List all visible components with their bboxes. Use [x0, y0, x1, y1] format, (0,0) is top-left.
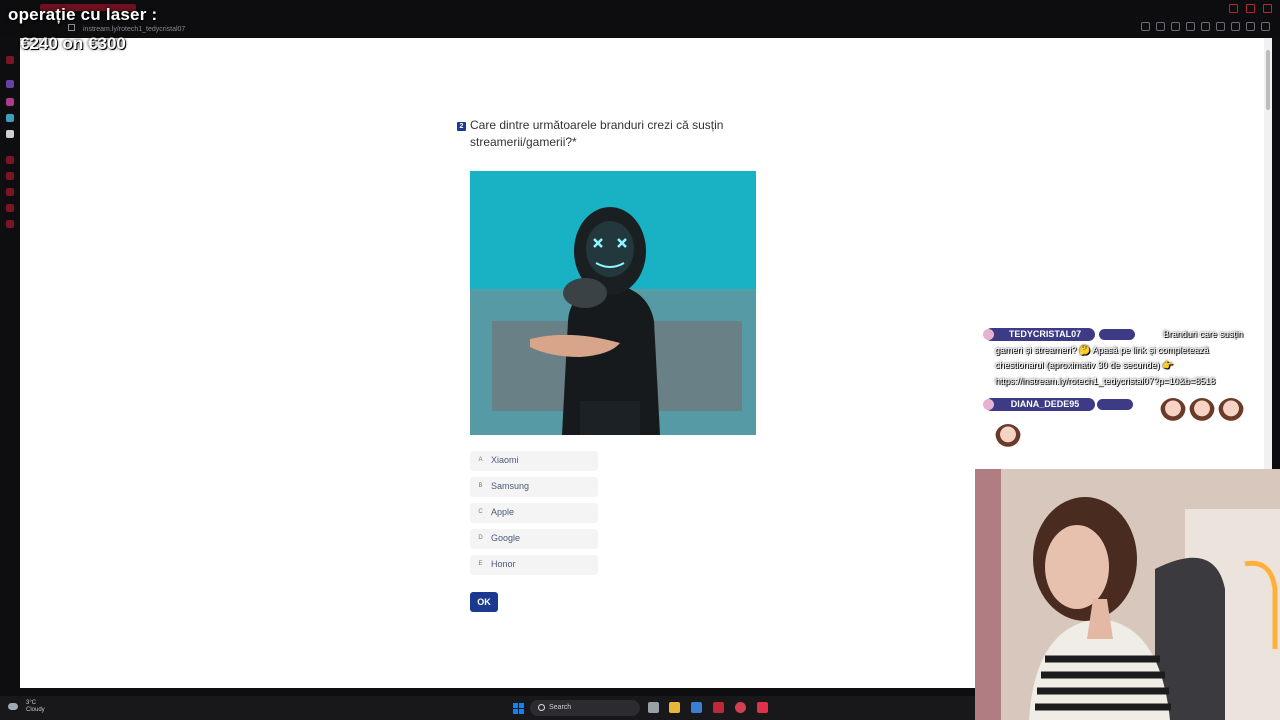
weather-widget[interactable]: 3°C Cloudy: [14, 700, 45, 714]
heart-icon[interactable]: [1201, 22, 1210, 31]
lock-icon: [68, 24, 75, 31]
windows-taskbar: [0, 696, 975, 720]
chat-badges: [1097, 399, 1133, 410]
search-label: Search: [549, 704, 572, 711]
masked-gamer-photo: [470, 171, 756, 435]
option-label: Xiaomi: [491, 455, 519, 465]
sidebar-app-icon[interactable]: [6, 56, 14, 64]
webcam-video: [975, 469, 1280, 720]
stream-overlay-title: operație cu laser :: [8, 5, 158, 24]
option-honor[interactable]: E Honor: [470, 555, 598, 575]
option-key: B: [478, 483, 483, 489]
tab-icon[interactable]: [1156, 22, 1165, 31]
instagram-icon[interactable]: [6, 98, 14, 106]
sidebar-app-icon[interactable]: [6, 156, 14, 164]
download-icon[interactable]: [1231, 22, 1240, 31]
tiktok-icon[interactable]: [6, 114, 14, 122]
streamer-webcam: [975, 469, 1280, 720]
emote-icon: [1189, 398, 1215, 424]
taskbar-search[interactable]: Search: [530, 700, 640, 716]
chat-message-text: Branduri care susțin gameri și streameri…: [995, 329, 1244, 386]
question-number-badge: 2: [457, 122, 466, 131]
file-explorer-icon[interactable]: [669, 702, 680, 713]
weather-temp: 3°C: [26, 700, 37, 706]
option-key: C: [478, 509, 483, 515]
chat-username: DIANA_DEDE95: [983, 398, 1095, 411]
minimize-icon[interactable]: [1229, 4, 1238, 13]
profile-icon[interactable]: [1246, 22, 1255, 31]
heart-icon[interactable]: [6, 172, 14, 180]
option-label: Honor: [491, 559, 516, 569]
option-key: A: [478, 457, 483, 463]
option-label: Samsung: [491, 481, 530, 491]
option-label: Google: [491, 533, 521, 543]
search-icon: [538, 704, 545, 711]
window-controls: [1229, 4, 1272, 13]
browser-icon[interactable]: [713, 702, 724, 713]
question-image: [470, 171, 756, 435]
sidebar-app-icon[interactable]: [6, 204, 14, 212]
sidebar-app-icon[interactable]: [6, 188, 14, 196]
address-bar[interactable]: instream.ly/rotech1_tedycristal07: [68, 24, 185, 33]
settings-icon[interactable]: [6, 220, 14, 228]
url-text: instream.ly/rotech1_tedycristal07: [83, 26, 186, 33]
option-key: D: [478, 535, 483, 541]
scrollbar-thumb[interactable]: [1266, 50, 1270, 110]
weather-desc: Cloudy: [26, 707, 45, 713]
stream-overlay-price: €240 on €300: [20, 34, 126, 53]
option-label: Apple: [491, 507, 515, 517]
extension-icon[interactable]: [1216, 22, 1225, 31]
option-google[interactable]: D Google: [470, 529, 598, 549]
emote-icon: [995, 424, 1021, 450]
option-samsung[interactable]: B Samsung: [470, 477, 598, 497]
play-icon[interactable]: [1186, 22, 1195, 31]
app-icon[interactable]: [691, 702, 702, 713]
browser-top-bar: instream.ly/rotech1_tedycristal07: [0, 0, 1280, 38]
settings-icon[interactable]: [1171, 22, 1180, 31]
stream-chat-overlay: TEDYCRISTAL07 Branduri care susțin gamer…: [975, 326, 1275, 456]
toolbar-icons: [1141, 22, 1270, 31]
windows-start-icon[interactable]: [513, 703, 524, 714]
close-icon[interactable]: [1263, 4, 1272, 13]
ok-button[interactable]: OK: [470, 592, 498, 612]
twitch-icon[interactable]: [6, 80, 14, 88]
app-icon[interactable]: [735, 702, 746, 713]
menu-icon[interactable]: [1261, 22, 1270, 31]
emote-icon: [1218, 398, 1244, 424]
option-xiaomi[interactable]: A Xiaomi: [470, 451, 598, 471]
x-icon[interactable]: [6, 130, 14, 138]
maximize-icon[interactable]: [1246, 4, 1255, 13]
bookmark-icon[interactable]: [1141, 22, 1150, 31]
browser-sidebar: [0, 38, 20, 688]
option-key: E: [478, 561, 483, 567]
question-text: Care dintre următoarele branduri crezi c…: [470, 118, 724, 149]
task-view-icon[interactable]: [648, 702, 659, 713]
tiktok-icon[interactable]: [757, 702, 768, 713]
emote-icon: [1160, 398, 1186, 424]
option-apple[interactable]: C Apple: [470, 503, 598, 523]
